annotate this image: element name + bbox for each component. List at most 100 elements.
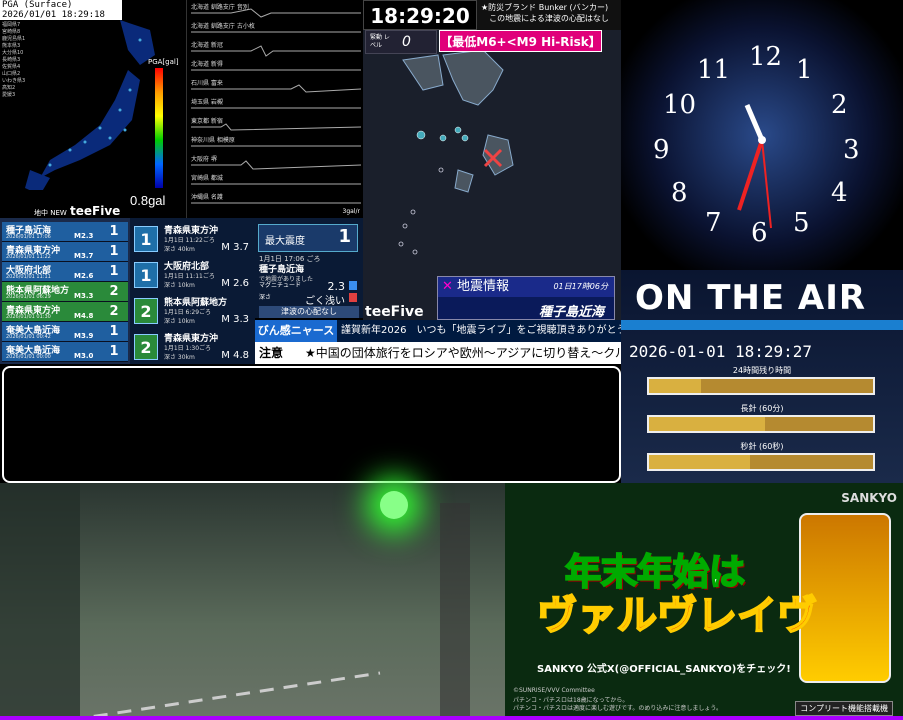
- waveform-row: 沖縄県 名護: [191, 192, 361, 210]
- street-camera-feed: [0, 483, 505, 720]
- eq-row[interactable]: 種子島近海 2026/01/01 17:06 M2.3 1: [2, 222, 128, 242]
- detail-time: 1月1日 11:11ごろ: [164, 273, 215, 280]
- day-remaining-label: 24時間残り時間: [732, 366, 792, 375]
- detail-mag: M 4.8: [221, 350, 249, 361]
- eq-time: 2026/01/01 11:11: [6, 274, 51, 280]
- magnitude-row: マグニチュード 2.3: [259, 280, 359, 293]
- waveform-row: 宮崎県 都城: [191, 173, 361, 191]
- bunker-title: ★防災ブランド Bunker (バンカー): [481, 3, 609, 12]
- mag-label: マグニチュード: [259, 282, 302, 289]
- ad-follow-text: SANKYO 公式X(@OFFICIAL_SANKYO)をチェック!: [537, 664, 791, 675]
- eq-intensity: 1: [109, 224, 119, 239]
- detail-row[interactable]: 2 青森県東方沖 1月1日 1:30ごろ 深さ 30km M 4.8: [132, 328, 253, 362]
- detail-depth: 深さ 30km: [164, 354, 195, 361]
- quake-info-place: 種子島近海: [538, 305, 604, 320]
- ad-headline-2: ヴァルヴレイヴ: [536, 592, 818, 640]
- detail-time: 1月1日 1:30ごろ: [164, 345, 212, 352]
- waveform-row: 北海道 新冠: [191, 40, 361, 58]
- on-air-datetime: 2026-01-01 18:29:27: [629, 342, 813, 361]
- ad-badge: コンプリート機能搭載機: [795, 701, 893, 716]
- earthquake-detail-list: 1 青森県東方沖 1月1日 11:22ごろ 深さ 40km M 3.7 1 大阪府北部 1月…: [130, 218, 255, 364]
- detail-intensity: 2: [134, 298, 158, 324]
- teefive-logo: teeFive: [70, 204, 121, 218]
- depth-label: 深さ: [259, 294, 272, 301]
- waveform-scale: 3gal/r: [342, 208, 360, 215]
- quake-info-header: ✕ 地震情報 01日17時06分: [438, 277, 614, 297]
- minute-hand-bar: [647, 415, 875, 433]
- eq-row[interactable]: 熊本県阿蘇地方 2026/01/01 06:29 M3.3 2: [2, 282, 128, 302]
- eq-row[interactable]: 奄美大島近海 2026/01/01 00:00 M3.0 1: [2, 342, 128, 362]
- waveform-row: 東京都 新宿: [191, 116, 361, 134]
- eq-mag: M3.7: [74, 252, 94, 260]
- waveform-row: 北海道 釧路支庁 古小枚: [191, 21, 361, 39]
- detail-row[interactable]: 1 青森県東方沖 1月1日 11:22ごろ 深さ 40km M 3.7: [132, 220, 253, 254]
- ad-copyright: ©SUNRISE/VVV Committee: [513, 687, 595, 694]
- detail-depth: 深さ 10km: [164, 282, 195, 289]
- pga-title: PGA (Surface): [2, 0, 73, 10]
- digital-clock: 18:29:20: [363, 0, 477, 30]
- eq-intensity: 1: [109, 344, 119, 359]
- max-intensity-label: 最大震度: [265, 236, 305, 247]
- eq-row[interactable]: 青森県東方沖 2026/01/01 11:22 M3.7 1: [2, 242, 128, 262]
- day-remaining-bar: [647, 377, 875, 395]
- second-hand-label: 秒針 (60秒): [740, 442, 784, 451]
- quake-info-title: 地震情報: [457, 279, 510, 294]
- eq-mag: M3.9: [74, 332, 94, 340]
- eq-time: 2026/01/01 11:22: [6, 254, 51, 260]
- eq-mag: M3.3: [74, 292, 94, 300]
- ad-disclaimer: パチンコ・パチスロは適度に楽しむ遊びです。のめり込みに注意しましょう。: [513, 705, 723, 712]
- eq-time: 2026/01/01 06:29: [6, 294, 51, 300]
- risk-banner: 【最低M6+<M9 Hi-Risk】: [439, 30, 602, 52]
- eq-time: 2026/01/01 17:06: [6, 234, 51, 240]
- pga-value: 0.8gal: [130, 193, 166, 208]
- detail-depth: 深さ 10km: [164, 318, 195, 325]
- quake-summary: 最大震度 1 1月1日 17:06 ごろ 種子島近海 で地震がありました マグニチ…: [255, 218, 363, 318]
- eq-row[interactable]: 大阪府北部 2026/01/01 11:11 M2.6 1: [2, 262, 128, 282]
- eq-time: 2026/01/01 01:30: [6, 314, 51, 320]
- detail-row[interactable]: 2 熊本県阿蘇地方 1月1日 6:29ごろ 深さ 10km M 3.3: [132, 292, 253, 326]
- detail-time: 1月1日 11:22ごろ: [164, 237, 215, 244]
- detail-mag: M 2.6: [221, 278, 249, 289]
- bottom-border: [0, 716, 903, 720]
- eq-list-label: 地中 NEW: [34, 209, 67, 217]
- eq-intensity: 1: [109, 324, 119, 339]
- alert-text: ★中国の団体旅行をロシアや欧州～アジアに切り替え～クル: [305, 346, 621, 360]
- eq-row[interactable]: 奄美大島近海 2026/01/01 00:42 M3.9 1: [2, 322, 128, 342]
- eq-mag: M2.6: [74, 272, 94, 280]
- eq-mag: M3.0: [74, 352, 94, 360]
- analog-clock: 12 1 2 3 4 5 6 7 8 9 10 11: [621, 0, 903, 270]
- pga-map-panel: PGA (Surface) 2026/01/01 18:29:18 福岡県7 宮…: [0, 0, 186, 218]
- detail-depth: 深さ 40km: [164, 246, 195, 253]
- waveform-row: 北海道 新得: [191, 59, 361, 77]
- on-air-panel: ON THE AIR 2026-01-01 18:29:27 24時間残り時間 …: [621, 270, 903, 483]
- bunker-subtitle: この地震による津波の心配はなし: [489, 14, 609, 23]
- eq-row[interactable]: 青森県東方沖 2026/01/01 01:30 M4.8 2: [2, 302, 128, 322]
- message-box: [2, 366, 621, 483]
- detail-row[interactable]: 1 大阪府北部 1月1日 11:11ごろ 深さ 10km M 2.6: [132, 256, 253, 290]
- eq-intensity: 2: [109, 284, 119, 299]
- depth-value: ごく浅い: [305, 296, 345, 307]
- japan-map: [25, 20, 155, 190]
- teefive-logo: teeFive: [365, 304, 424, 320]
- detail-intensity: 2: [134, 334, 158, 360]
- bunker-panel: ★防災ブランド Bunker (バンカー) この地震による津波の心配はなし: [477, 0, 621, 30]
- max-intensity-box: 最大震度 1: [258, 224, 358, 252]
- pga-scale-label: PGA[gal]: [148, 58, 179, 66]
- minute-hand-label: 長針 (60分): [740, 404, 784, 413]
- tsunami-status: 津波の心配なし: [259, 306, 359, 318]
- eq-time: 2026/01/01 00:42: [6, 334, 51, 340]
- news-ticker: びん感ニャース 謹賀新年2026 いつも「地震ライブ」をご視聴頂きありがとうござ…: [255, 320, 680, 342]
- earthquake-list: 地中 NEW teeFive 種子島近海 2026/01/01 17:06 M2.3…: [0, 204, 130, 364]
- pga-color-scale: [155, 68, 163, 188]
- depth-row: 深さ ごく浅い: [259, 292, 359, 307]
- eew-level-label: 緊動 レベル: [370, 34, 390, 49]
- eew-level-box: 緊動 レベル 0: [365, 30, 437, 54]
- waveform-row: 北海道 釧路支庁 音別: [191, 2, 361, 20]
- eq-mag: M4.8: [74, 312, 94, 320]
- detail-time: 1月1日 6:29ごろ: [164, 309, 212, 316]
- detail-intensity: 1: [134, 262, 158, 288]
- spectrum-bars: [621, 320, 903, 330]
- sankyo-ad[interactable]: SANKYO 年末年始は ヴァルヴレイヴ SANKYO 公式X(@OFFICIA…: [505, 483, 903, 720]
- waveform-panel: 北海道 釧路支庁 音別 北海道 釧路支庁 古小枚 北海道 新冠 北海道 新得 石…: [186, 0, 364, 218]
- max-intensity-value: 1: [338, 226, 351, 247]
